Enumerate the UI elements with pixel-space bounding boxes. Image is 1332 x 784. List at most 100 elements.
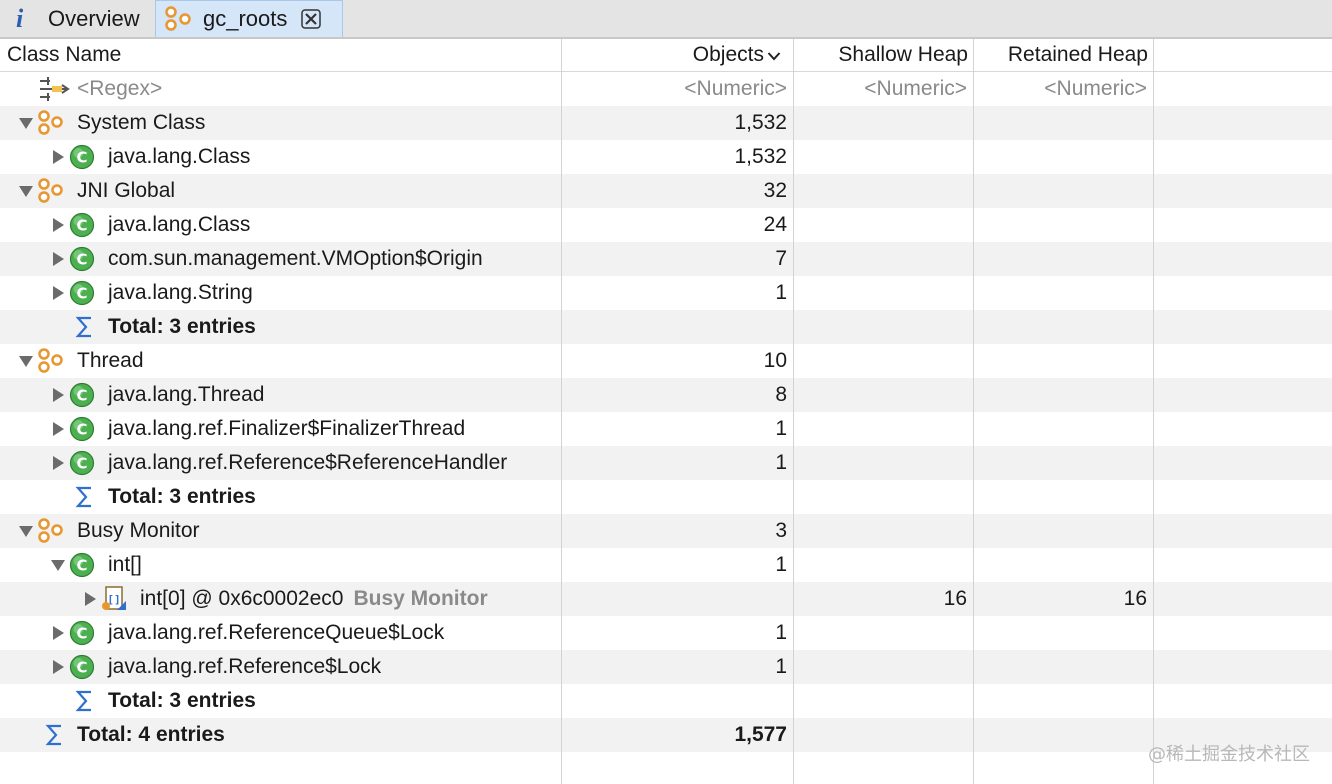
column-divider[interactable] [561,39,562,784]
svg-text:C: C [76,251,87,269]
row-objects-value: 1,532 [734,111,787,134]
column-divider[interactable] [793,39,794,784]
total-row[interactable]: Total: 3 entries [0,310,1332,344]
row-objects-value: 1,577 [734,723,787,746]
row-objects-value: 1,532 [734,145,787,168]
expand-triangle-open-icon[interactable] [18,523,34,539]
table-row[interactable]: Cjava.lang.ref.Finalizer$FinalizerThread… [0,412,1332,446]
column-header-class-name[interactable]: Class Name [7,39,121,71]
retained-heap-filter-input[interactable]: <Numeric> [976,72,1147,106]
row-objects-value: 24 [763,213,787,236]
close-icon[interactable] [301,9,322,29]
expand-triangle-closed-icon[interactable] [50,285,66,301]
tab-gc-roots[interactable]: gc_roots [155,0,343,37]
row-retained-heap-value [976,446,1147,480]
column-header-shallow-heap[interactable]: Shallow Heap [796,39,968,71]
table-row[interactable]: System Class 1,532 [0,106,1332,140]
row-shallow-heap-value [796,174,967,208]
row-retained-heap-value [976,378,1147,412]
column-divider[interactable] [1153,39,1154,784]
expand-triangle-closed-icon[interactable] [50,251,66,267]
row-class-name: com.sun.management.VMOption$Origin [108,247,483,270]
column-divider[interactable] [973,39,974,784]
table-row[interactable]: Cjava.lang.ref.ReferenceQueue$Lock 1 [0,616,1332,650]
tab-overview[interactable]: i Overview [0,0,155,37]
table-row[interactable]: Cint[] 1 [0,548,1332,582]
row-class-name: java.lang.ref.ReferenceQueue$Lock [108,621,445,644]
expand-triangle-closed-icon[interactable] [50,659,66,675]
row-objects-value: 1 [775,451,787,474]
expand-triangle-open-icon[interactable] [18,115,34,131]
row-retained-heap-value: 16 [1123,587,1147,610]
class-icon: C [69,654,95,680]
table-row[interactable]: Cjava.lang.Class 24 [0,208,1332,242]
shallow-heap-filter-input[interactable]: <Numeric> [796,72,967,106]
table-row[interactable]: Cjava.lang.String 1 [0,276,1332,310]
sort-descending-icon[interactable] [767,51,781,61]
row-shallow-heap-value [796,446,967,480]
row-class-name: Total: 4 entries [77,723,225,746]
row-objects-value: 1 [775,417,787,440]
svg-text:C: C [76,217,87,235]
expand-triangle-closed-icon[interactable] [50,217,66,233]
row-shallow-heap-value [796,616,967,650]
row-class-name: JNI Global [77,179,176,202]
table-row[interactable]: Busy Monitor 3 [0,514,1332,548]
total-row[interactable]: Total: 3 entries [0,480,1332,514]
row-shallow-heap-value [796,344,967,378]
row-objects-value: 8 [775,383,787,406]
row-objects-value [600,582,787,616]
row-shallow-heap-value [796,310,967,344]
table-row[interactable]: Thread 10 [0,344,1332,378]
table-row[interactable]: [] int[0] @ 0x6c0002ec0 Busy Monitor 16 16 [0,582,1332,616]
sum-icon [75,316,91,338]
expand-triangle-closed-icon[interactable] [50,149,66,165]
sum-icon [45,724,61,746]
editor-tab-bar: i Overview gc_roots [0,0,1332,39]
row-objects-value [600,310,787,344]
sum-icon [75,486,91,508]
row-class-name: Thread [77,349,144,372]
table-row[interactable]: Cjava.lang.Class 1,532 [0,140,1332,174]
table-row[interactable]: Cjava.lang.Thread 8 [0,378,1332,412]
column-header-objects[interactable]: Objects [600,39,764,71]
expand-triangle-open-icon[interactable] [18,353,34,369]
tab-gc-roots-label: gc_roots [203,6,288,31]
expand-triangle-closed-icon[interactable] [50,625,66,641]
row-retained-heap-value [976,106,1147,140]
gc-root-icon [38,518,63,543]
row-class-name: java.lang.String [108,281,253,304]
total-row[interactable]: Total: 3 entries [0,684,1332,718]
svg-text:C: C [76,285,87,303]
svg-text:C: C [76,149,87,167]
table-row[interactable]: Cjava.lang.ref.Reference$Lock 1 [0,650,1332,684]
array-object-icon: [] [102,586,126,610]
expand-triangle-closed-icon[interactable] [50,421,66,437]
total-row[interactable]: Total: 4 entries 1,577 [0,718,1332,752]
class-icon: C [69,620,95,646]
sum-icon [75,690,91,712]
expand-triangle-closed-icon[interactable] [50,387,66,403]
row-shallow-heap-value [796,718,967,752]
column-header-retained-heap[interactable]: Retained Heap [976,39,1148,71]
table-row[interactable]: JNI Global 32 [0,174,1332,208]
row-retained-heap-value [976,242,1147,276]
table-row[interactable]: Ccom.sun.management.VMOption$Origin 7 [0,242,1332,276]
gc-root-icon [38,110,63,135]
expand-triangle-open-icon[interactable] [50,557,66,573]
row-shallow-heap-value [796,276,967,310]
expand-triangle-closed-icon[interactable] [50,455,66,471]
row-retained-heap-value [976,412,1147,446]
svg-text:C: C [76,625,87,643]
row-class-name: Total: 3 entries [108,315,256,338]
row-objects-value: 10 [763,349,787,372]
expand-triangle-open-icon[interactable] [18,183,34,199]
row-class-name: java.lang.ref.Reference$Lock [108,655,382,678]
gc-roots-icon [165,6,191,31]
table-row[interactable]: Cjava.lang.ref.Reference$ReferenceHandle… [0,446,1332,480]
row-retained-heap-value [976,718,1147,752]
class-name-filter-input[interactable]: <Regex> [77,72,162,106]
expand-triangle-closed-icon[interactable] [82,591,98,607]
row-shallow-heap-value [796,650,967,684]
objects-filter-input[interactable]: <Numeric> [600,72,787,106]
